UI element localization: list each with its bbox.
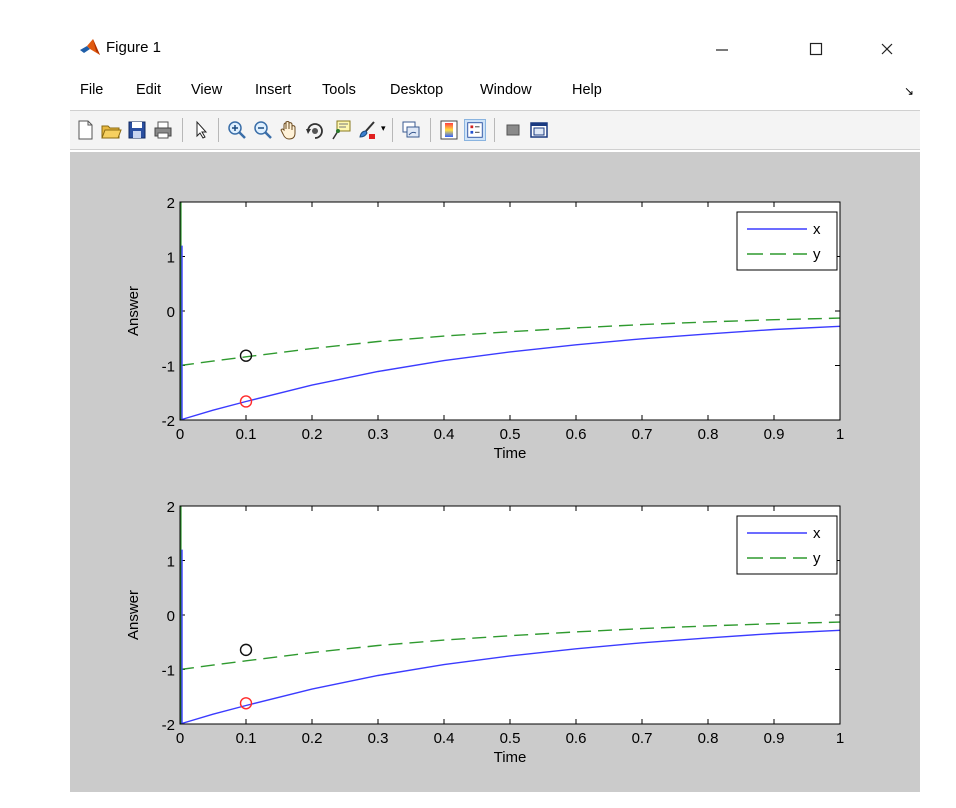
save-icon[interactable]	[126, 119, 148, 141]
x-tick-label: 0.8	[698, 426, 719, 443]
hide-plot-tools-icon[interactable]	[502, 119, 524, 141]
menu-window[interactable]: Window	[480, 82, 532, 98]
y-tick-label: 0	[167, 608, 175, 625]
data-cursor-icon[interactable]	[330, 119, 352, 141]
toolbar-separator	[494, 118, 495, 142]
minimize-button[interactable]	[700, 35, 744, 63]
legend-label-y: y	[813, 550, 821, 567]
menu-insert[interactable]: Insert	[255, 82, 291, 98]
figure-window: Figure 1 File Edit View Insert Tools Des…	[70, 30, 920, 792]
x-tick-label: 0.6	[566, 730, 587, 747]
legend-label-y: y	[813, 246, 821, 263]
minimize-icon	[716, 49, 728, 51]
close-icon	[881, 43, 893, 55]
x-tick-label: 0.4	[434, 426, 455, 443]
x-tick-label: 0.1	[236, 730, 257, 747]
figure-toolbar: ▾	[70, 110, 920, 150]
zoom-in-icon[interactable]	[226, 119, 248, 141]
maximize-icon	[809, 42, 823, 56]
legend-box	[736, 515, 838, 575]
menu-bar: File Edit View Insert Tools Desktop Wind…	[70, 78, 920, 104]
toolbar-separator	[182, 118, 183, 142]
y-tick-label: -1	[162, 663, 175, 680]
x-tick-label: 1	[836, 426, 844, 443]
x-tick-label: 0.7	[632, 426, 653, 443]
show-plot-tools-icon[interactable]	[528, 119, 550, 141]
y-tick-label: 0	[167, 304, 175, 321]
legend-label-x: x	[813, 525, 821, 542]
figure-canvas: 0 0.1 0.2 0.3 0.4 0.5 0.6 0.7 0.8 0.9 1 -2 -1 0 1 2 Time…	[70, 152, 920, 792]
figure-axes-area: 0 0.1 0.2 0.3 0.4 0.5 0.6 0.7 0.8 0.9 1 -2 -1 0 1 2 Time…	[125, 195, 844, 766]
link-plot-icon[interactable]	[400, 119, 422, 141]
x-tick-label: 0.9	[764, 426, 785, 443]
open-file-icon[interactable]	[100, 119, 122, 141]
x-tick-label: 0.9	[764, 730, 785, 747]
y-tick-label: 1	[167, 554, 175, 571]
x-tick-label: 0.2	[302, 426, 323, 443]
matlab-icon	[80, 39, 100, 55]
pan-hand-icon[interactable]	[278, 119, 300, 141]
brush-dropdown-icon[interactable]: ▾	[381, 123, 386, 134]
menu-tools[interactable]: Tools	[322, 82, 356, 98]
close-button[interactable]	[865, 35, 909, 63]
x-tick-label: 0	[176, 730, 184, 747]
toolbar-separator	[392, 118, 393, 142]
y-tick-label: -1	[162, 359, 175, 376]
x-tick-label: 0	[176, 426, 184, 443]
x-axis-label: Time	[494, 749, 527, 766]
new-figure-icon[interactable]	[74, 119, 96, 141]
x-tick-label: 0.6	[566, 426, 587, 443]
x-tick-label: 0.5	[500, 426, 521, 443]
x-tick-label: 0.1	[236, 426, 257, 443]
title-bar[interactable]: Figure 1	[70, 30, 920, 70]
menu-file[interactable]: File	[80, 82, 103, 98]
menu-desktop[interactable]: Desktop	[390, 82, 443, 98]
legend-icon[interactable]	[464, 119, 486, 141]
maximize-button[interactable]	[794, 35, 838, 63]
legend-label-x: x	[813, 221, 821, 238]
y-tick-label: -2	[162, 717, 175, 734]
x-tick-label: 0.8	[698, 730, 719, 747]
x-tick-label: 0.2	[302, 730, 323, 747]
y-axis-label: Answer	[125, 286, 142, 336]
y-tick-label: 1	[167, 250, 175, 267]
y-tick-label: 2	[167, 499, 175, 516]
x-tick-label: 0.7	[632, 730, 653, 747]
x-tick-label: 0.4	[434, 730, 455, 747]
window-title: Figure 1	[106, 39, 162, 56]
rotate-3d-icon[interactable]	[304, 119, 326, 141]
toolbar-separator	[218, 118, 219, 142]
x-axis-label: Time	[494, 445, 527, 462]
y-axis-label: Answer	[125, 590, 142, 640]
y-tick-label: 2	[167, 195, 175, 212]
colorbar-icon[interactable]	[438, 119, 460, 141]
edit-plot-arrow-icon[interactable]	[190, 119, 212, 141]
zoom-out-icon[interactable]	[252, 119, 274, 141]
print-icon[interactable]	[152, 119, 174, 141]
menu-help[interactable]: Help	[572, 82, 602, 98]
y-tick-label: -2	[162, 413, 175, 430]
x-tick-label: 0.5	[500, 730, 521, 747]
dock-arrow-icon[interactable]: ↘	[904, 84, 914, 98]
x-tick-label: 0.3	[368, 426, 389, 443]
x-tick-label: 0.3	[368, 730, 389, 747]
legend-box	[736, 211, 838, 271]
brush-icon[interactable]	[356, 119, 378, 141]
menu-view[interactable]: View	[191, 82, 222, 98]
menu-edit[interactable]: Edit	[136, 82, 161, 98]
x-tick-label: 1	[836, 730, 844, 747]
toolbar-separator	[430, 118, 431, 142]
